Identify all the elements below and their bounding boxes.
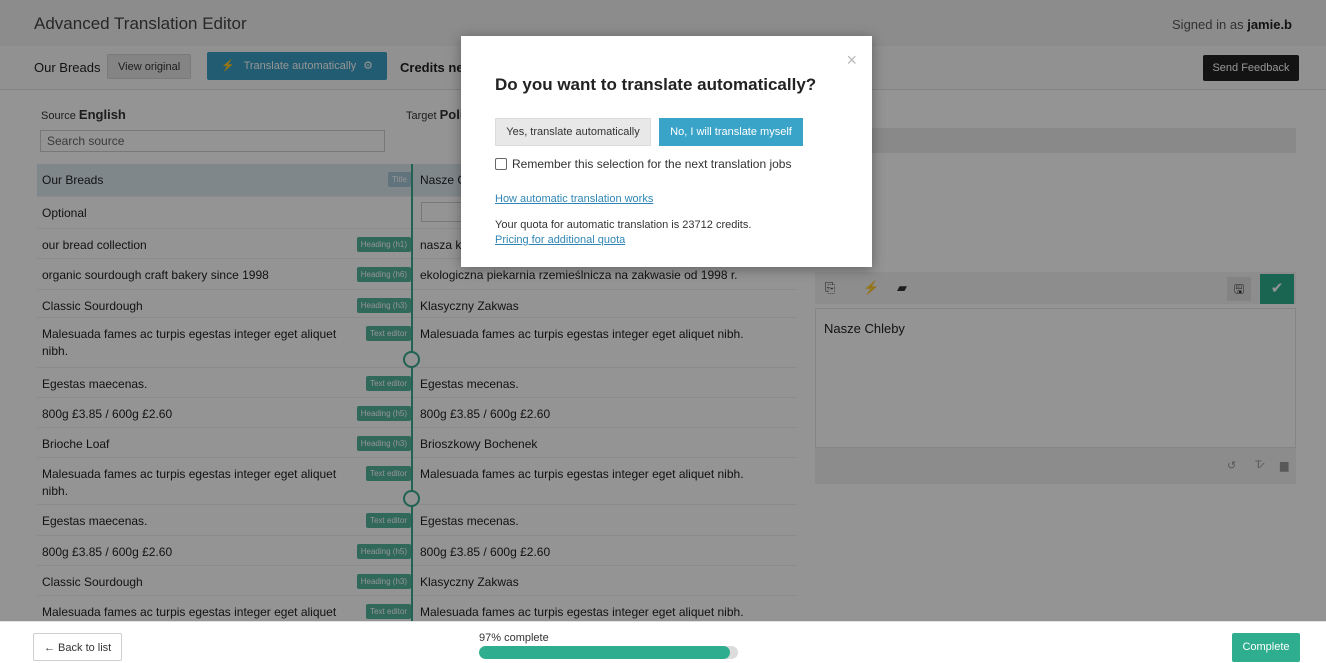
how-it-works-link[interactable]: How automatic translation works [495,193,653,205]
remember-selection[interactable]: Remember this selection for the next tra… [495,157,791,171]
remember-label: Remember this selection for the next tra… [512,157,792,171]
back-to-list-button[interactable]: ← Back to list [33,633,123,661]
quota-text: Your quota for automatic translation is … [495,219,752,231]
yes-translate-button[interactable]: Yes, translate automatically [495,118,651,146]
pricing-link[interactable]: Pricing for additional quota [495,234,625,246]
no-translate-button[interactable]: No, I will translate myself [659,118,803,146]
progress-bar [479,646,738,659]
dialog-title: Do you want to translate automatically? [495,75,817,94]
progress-label: 97% complete [479,632,549,644]
footer-bar: ← Back to list 97% complete Complete [0,621,1326,663]
progress-fill [479,646,731,659]
close-icon[interactable]: × [846,50,857,71]
remember-checkbox[interactable] [495,158,507,170]
complete-button[interactable]: Complete [1232,633,1300,662]
translate-auto-dialog: × Do you want to translate automatically… [461,36,872,267]
